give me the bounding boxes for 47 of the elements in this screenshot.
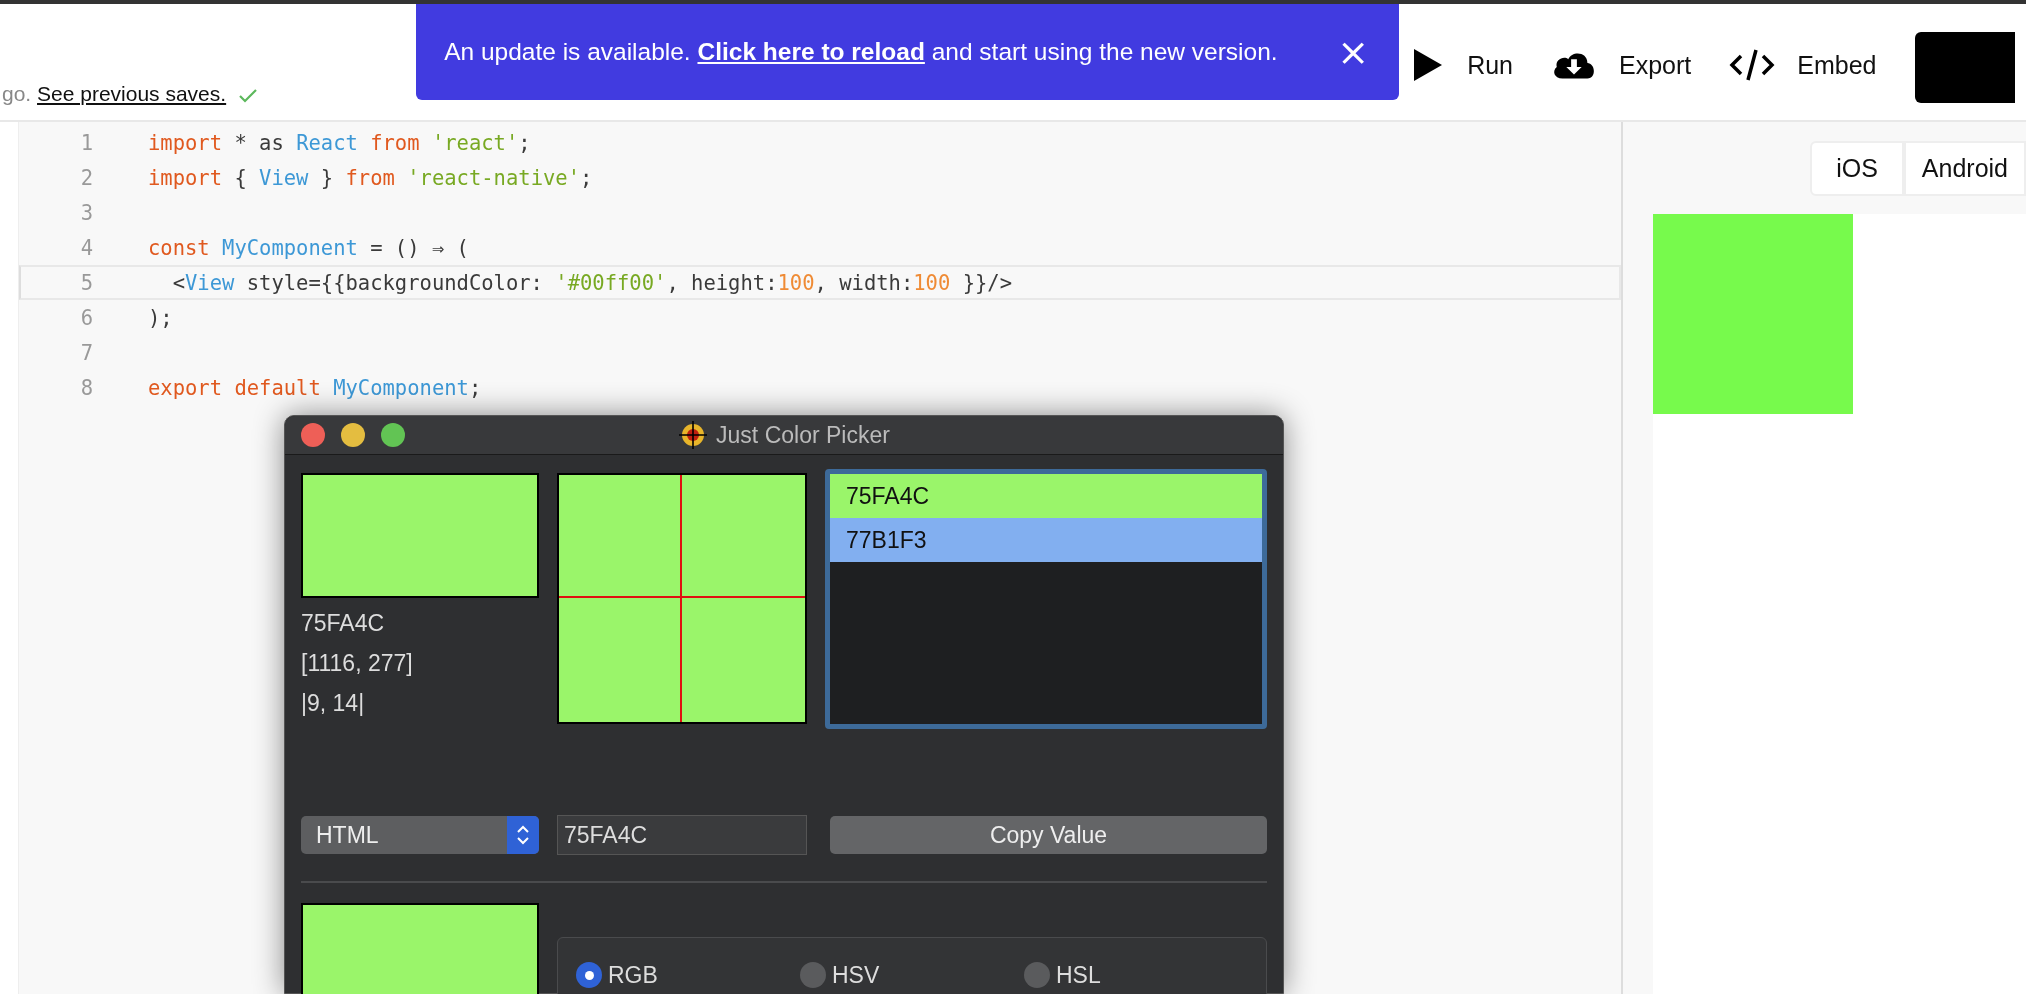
- reload-link[interactable]: Click here to reload: [697, 38, 925, 65]
- code-line: const MyComponent = () ⇒ (: [148, 235, 469, 260]
- code-line: import { View } from 'react-native';: [148, 165, 593, 190]
- maximize-icon[interactable]: [381, 423, 405, 447]
- line-number: 7: [79, 340, 93, 365]
- toolbar-label[interactable]: Export: [1619, 50, 1692, 80]
- stepper-icon[interactable]: [507, 816, 539, 854]
- history-item[interactable]: 77B1F3: [830, 518, 1262, 562]
- value-field[interactable]: 75FA4C: [557, 815, 807, 855]
- update-message: An update is available. Click here to reload and start using the new version.: [444, 38, 1279, 66]
- code-line: <View style={{backgroundColor: '#00ff00', height:100, width:100 }}/>: [171, 270, 1013, 295]
- code-icon[interactable]: [1729, 48, 1776, 82]
- code-line: export default MyComponent;: [148, 375, 482, 400]
- platform-tab[interactable]: iOS: [1810, 141, 1904, 196]
- readout-text: 75FA4C: [301, 609, 386, 638]
- line-number: 2: [79, 165, 93, 190]
- radio-button[interactable]: [1024, 962, 1050, 988]
- platform-tab[interactable]: Android: [1903, 141, 2026, 196]
- radio-label[interactable]: RGB: [608, 961, 658, 989]
- minimize-icon[interactable]: [341, 423, 365, 447]
- save-status: go. See previous saves.: [2, 82, 227, 106]
- history-item[interactable]: 75FA4C: [830, 474, 1262, 518]
- radio-label[interactable]: HSL: [1056, 961, 1101, 989]
- previous-saves-link[interactable]: See previous saves.: [37, 82, 227, 105]
- line-number: 4: [79, 235, 93, 260]
- toolbar-label[interactable]: Embed: [1797, 50, 1877, 80]
- toolbar-label[interactable]: Run: [1467, 50, 1513, 80]
- format-dropdown[interactable]: HTML: [301, 816, 539, 854]
- close-icon[interactable]: [301, 423, 325, 447]
- radio-button[interactable]: [576, 962, 602, 988]
- line-number: 6: [79, 305, 93, 330]
- checkmark-icon: [238, 88, 259, 104]
- copy-value-button[interactable]: Copy Value: [830, 816, 1267, 854]
- window-title: Just Color Picker: [716, 421, 890, 449]
- code-line: );: [148, 305, 173, 330]
- line-number: 1: [79, 130, 93, 155]
- close-button[interactable]: ×: [1337, 33, 1370, 71]
- readout-text: |9, 14|: [301, 689, 366, 718]
- readout-text: [1116, 277]: [301, 649, 414, 678]
- crosshair-icon: [678, 420, 709, 450]
- code-line: import * as React from 'react';: [148, 130, 531, 155]
- line-number: 5: [79, 270, 93, 295]
- radio-label[interactable]: HSV: [832, 961, 880, 989]
- line-number: 3: [79, 200, 93, 225]
- play-icon[interactable]: [1413, 48, 1444, 82]
- line-number: 8: [79, 375, 93, 400]
- radio-button[interactable]: [800, 962, 826, 988]
